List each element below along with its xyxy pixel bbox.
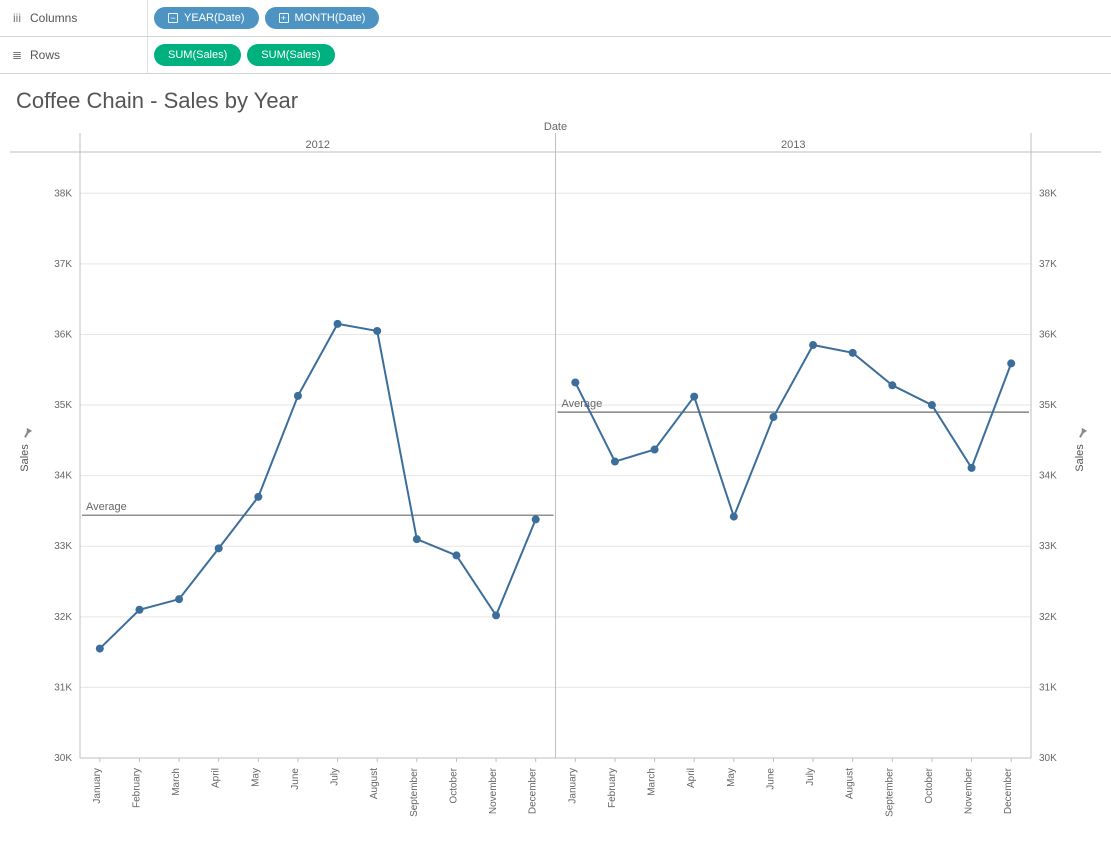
viz-title[interactable]: Coffee Chain - Sales by Year (0, 74, 1111, 118)
data-point[interactable] (452, 551, 460, 559)
data-point[interactable] (532, 515, 540, 523)
data-point[interactable] (809, 341, 817, 349)
series-line-2013 (575, 345, 1011, 517)
columns-shelf-label-cell: iii Columns (6, 0, 148, 36)
columns-shelf[interactable]: iii Columns − YEAR(Date) + MONTH(Date) (0, 0, 1111, 37)
columns-shelf-pills: − YEAR(Date) + MONTH(Date) (148, 7, 379, 29)
data-point[interactable] (769, 413, 777, 421)
month-label: November (964, 767, 975, 814)
data-point[interactable] (928, 401, 936, 409)
month-label: June (765, 768, 776, 790)
data-point[interactable] (254, 493, 262, 501)
data-point[interactable] (215, 544, 223, 552)
y-tick-label-right: 31K (1039, 682, 1057, 693)
rows-shelf[interactable]: ≣ Rows SUM(Sales) SUM(Sales) (0, 37, 1111, 74)
month-label: June (290, 768, 301, 790)
month-label: July (805, 768, 816, 786)
pill-label: SUM(Sales) (261, 49, 320, 61)
month-label: December (1003, 767, 1014, 814)
month-label: October (924, 767, 935, 803)
y-tick-label-left: 30K (54, 753, 72, 764)
y-tick-label-right: 34K (1039, 471, 1057, 482)
y-tick-label-right: 36K (1039, 329, 1057, 340)
pill-label: YEAR(Date) (184, 12, 245, 24)
pill-month-date[interactable]: + MONTH(Date) (265, 7, 380, 29)
month-label: September (409, 767, 420, 817)
month-label: February (607, 768, 618, 808)
y-tick-label-left: 37K (54, 259, 72, 270)
y-tick-label-left: 34K (54, 471, 72, 482)
data-point[interactable] (968, 464, 976, 472)
y-axis-title-right[interactable]: Sales (1074, 444, 1086, 472)
reference-line-label-2012: Average (86, 501, 127, 513)
y-tick-label-right: 32K (1039, 612, 1057, 623)
month-label: April (211, 768, 222, 788)
month-label: September (884, 767, 895, 817)
data-point[interactable] (571, 378, 579, 386)
month-label: March (171, 768, 182, 796)
expand-icon[interactable]: + (279, 13, 289, 23)
month-label: May (726, 768, 737, 787)
y-tick-label-left: 33K (54, 541, 72, 552)
rows-shelf-label: Rows (30, 48, 60, 62)
data-point[interactable] (611, 458, 619, 466)
pill-sum-sales-1[interactable]: SUM(Sales) (154, 44, 241, 66)
data-point[interactable] (413, 535, 421, 543)
data-point[interactable] (651, 446, 659, 454)
data-point[interactable] (888, 381, 896, 389)
rows-shelf-label-cell: ≣ Rows (6, 37, 148, 73)
y-tick-label-left: 38K (54, 188, 72, 199)
y-tick-label-right: 30K (1039, 753, 1057, 764)
month-label: July (330, 768, 341, 786)
chart-area: Date 30K 30K 31K 31K 32K 32K 33K 33K 34K 34K 35K 35K… (0, 118, 1111, 868)
chart-svg: Date 30K 30K 31K 31K 32K 32K 33K 33K 34K 34K 35K 35K… (10, 118, 1101, 858)
month-label: November (488, 767, 499, 814)
y-tick-label-right: 35K (1039, 400, 1057, 411)
panel-header-2013[interactable]: 2013 (781, 139, 805, 151)
month-label: February (131, 768, 142, 808)
columns-shelf-label: Columns (30, 11, 77, 25)
y-tick-label-left: 32K (54, 612, 72, 623)
month-label: August (845, 768, 856, 799)
y-tick-label-left: 31K (54, 682, 72, 693)
pill-year-date[interactable]: − YEAR(Date) (154, 7, 259, 29)
data-point[interactable] (690, 393, 698, 401)
collapse-icon[interactable]: − (168, 13, 178, 23)
data-point[interactable] (135, 606, 143, 614)
panel-header-2012[interactable]: 2012 (306, 139, 330, 151)
pill-label: SUM(Sales) (168, 49, 227, 61)
y-tick-label-right: 33K (1039, 541, 1057, 552)
month-label: January (567, 768, 578, 804)
data-point[interactable] (492, 611, 500, 619)
pill-label: MONTH(Date) (295, 12, 366, 24)
rows-icon: ≣ (10, 48, 24, 62)
month-label: March (647, 768, 658, 796)
y-axis-title-left[interactable]: Sales (19, 444, 31, 472)
y-tick-label-left: 36K (54, 329, 72, 340)
month-label: May (250, 768, 261, 787)
y-tick-label-right: 37K (1039, 259, 1057, 270)
series-line-2012 (100, 324, 536, 649)
month-label: April (686, 768, 697, 788)
data-point[interactable] (294, 392, 302, 400)
column-header-title: Date (544, 121, 567, 133)
data-point[interactable] (373, 327, 381, 335)
data-point[interactable] (175, 595, 183, 603)
columns-icon: iii (10, 11, 24, 25)
reference-line-label-2013: Average (562, 398, 603, 410)
month-label: October (448, 767, 459, 803)
data-point[interactable] (96, 645, 104, 653)
data-point[interactable] (1007, 359, 1015, 367)
data-point[interactable] (334, 320, 342, 328)
month-label: January (92, 768, 103, 804)
month-label: August (369, 768, 380, 799)
data-point[interactable] (730, 513, 738, 521)
y-tick-label-right: 38K (1039, 188, 1057, 199)
data-point[interactable] (849, 349, 857, 357)
y-tick-label-left: 35K (54, 400, 72, 411)
month-label: December (528, 767, 539, 814)
pill-sum-sales-2[interactable]: SUM(Sales) (247, 44, 334, 66)
rows-shelf-pills: SUM(Sales) SUM(Sales) (148, 44, 335, 66)
